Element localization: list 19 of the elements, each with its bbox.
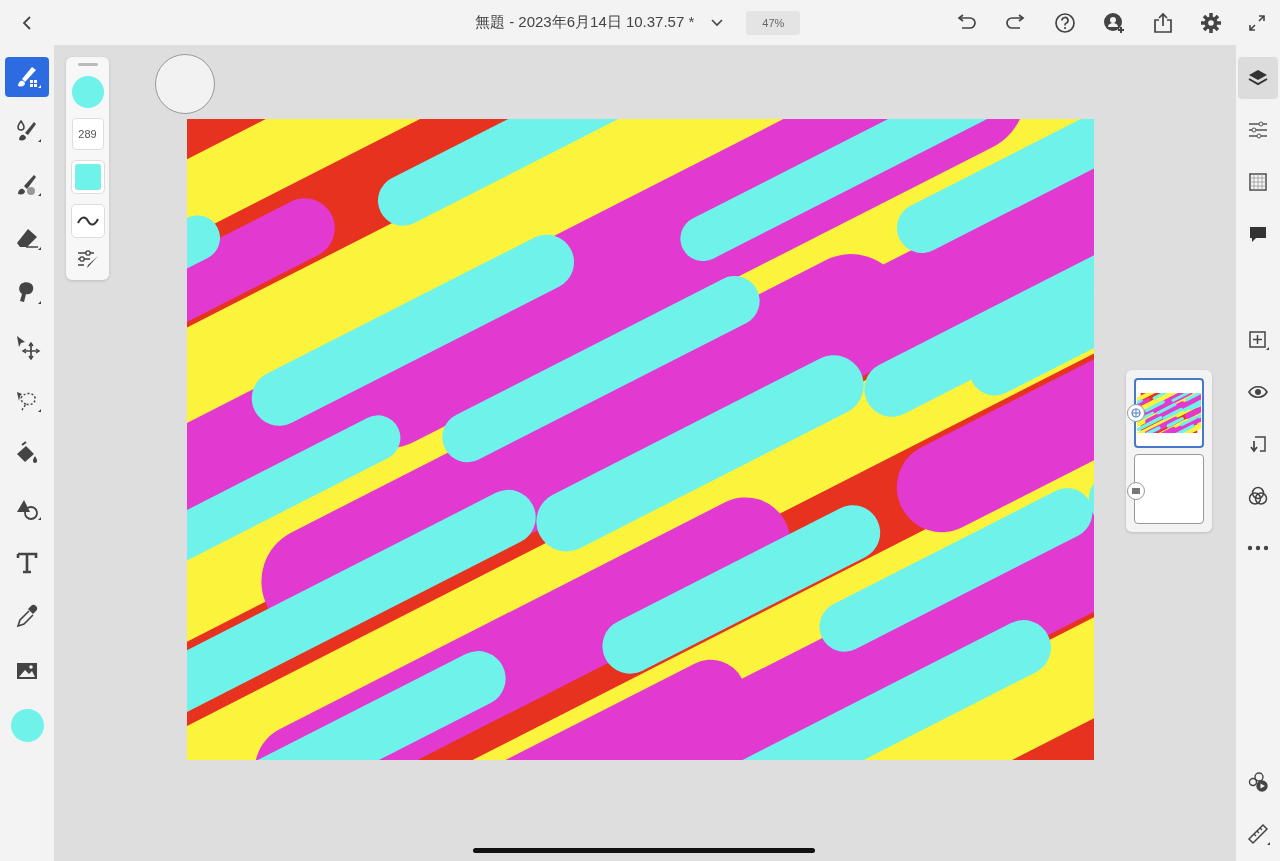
zoom-level[interactable]: 47% bbox=[746, 10, 801, 35]
pixel-brush-icon[interactable] bbox=[5, 57, 49, 97]
layers-icon[interactable] bbox=[1238, 57, 1278, 99]
fullscreen-icon[interactable] bbox=[1248, 13, 1266, 32]
back-icon[interactable] bbox=[21, 14, 33, 31]
color-swatch[interactable] bbox=[10, 709, 44, 742]
layer-thumbnail[interactable] bbox=[1134, 454, 1204, 524]
brush-settings-icon[interactable] bbox=[75, 248, 100, 270]
brush-size-field[interactable]: 289 bbox=[71, 118, 104, 150]
help-icon[interactable] bbox=[1054, 11, 1076, 34]
drag-handle[interactable] bbox=[77, 63, 98, 66]
color-swatch[interactable] bbox=[70, 160, 105, 194]
share-icon[interactable] bbox=[1152, 11, 1174, 34]
settings-icon[interactable] bbox=[1200, 11, 1222, 34]
layer-thumbnail[interactable] bbox=[1134, 378, 1204, 448]
smoothing-icon[interactable] bbox=[70, 204, 105, 238]
caret-icon[interactable] bbox=[710, 17, 725, 28]
document-title[interactable]: 無題 - 2023年6月14日 10.37.57 * bbox=[475, 13, 695, 32]
add-user-icon[interactable] bbox=[1102, 10, 1126, 35]
